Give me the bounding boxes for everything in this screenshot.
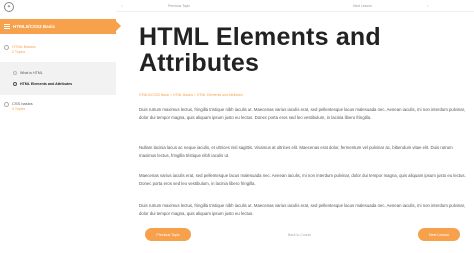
section-title[interactable]: CSS basics xyxy=(12,101,33,106)
chevron-left-icon[interactable]: ‹ xyxy=(121,3,123,8)
content-paragraph: Duis rutrum maximus lectus, fringilla tr… xyxy=(139,203,466,216)
lesson-label: HTML Elements and Attributes xyxy=(20,82,73,86)
next-lesson-button[interactable]: Next Lesson xyxy=(418,228,460,241)
section-header[interactable]: HTML Basics 2 Topics xyxy=(0,44,116,54)
course-title: HTML5/CSS3 Basic xyxy=(13,24,56,29)
content-paragraph: Duis rutrum maximus lectus, fringilla tr… xyxy=(139,107,466,120)
section-title[interactable]: HTML Basics xyxy=(12,44,36,49)
logo-bar: ✦ xyxy=(0,0,116,14)
breadcrumb[interactable]: HTML5/CSS3 Basic > HTML Basics > HTML El… xyxy=(139,93,243,97)
section-topics-count[interactable]: 2 Topics xyxy=(12,50,36,54)
top-navigation: ‹ Previous Topic Next Lesson › xyxy=(116,0,474,12)
back-to-course-link[interactable]: Back to Course xyxy=(288,233,311,237)
site-logo[interactable]: ✦ xyxy=(4,2,14,12)
course-title-bar[interactable]: HTML5/CSS3 Basic xyxy=(0,19,121,34)
sidebar-section-html-basics[interactable]: HTML Basics 2 Topics xyxy=(0,44,116,54)
page-title: HTML Elements and Attributes xyxy=(139,23,381,77)
section-status-icon xyxy=(4,102,9,107)
section-status-icon xyxy=(4,45,9,50)
top-prev-topic-link[interactable]: Previous Topic xyxy=(168,4,190,8)
content-paragraph: Nullam lacinia lacus ac neque iaculis, e… xyxy=(139,145,453,158)
lesson-status-icon xyxy=(13,82,17,86)
course-bar-notch xyxy=(116,21,121,31)
lesson-label: What is HTML xyxy=(20,71,43,75)
previous-topic-button[interactable]: Previous Topic xyxy=(145,228,191,241)
section-topics-count[interactable]: 0 Topics xyxy=(12,107,33,111)
course-sidebar: ✦ HTML5/CSS3 Basic HTML Basics 2 Topics … xyxy=(0,0,121,253)
lesson-list: What is HTML HTML Elements and Attribute… xyxy=(0,62,116,95)
content-paragraph: Maecenas varius iaculis erat, sed pellen… xyxy=(139,173,466,186)
menu-icon[interactable] xyxy=(4,24,10,29)
lesson-status-icon xyxy=(13,71,17,75)
lesson-item-html-elements[interactable]: HTML Elements and Attributes xyxy=(13,82,72,86)
sidebar-section-css-basics[interactable]: CSS basics 0 Topics xyxy=(0,101,116,111)
lesson-item-what-is-html[interactable]: What is HTML xyxy=(13,71,43,75)
section-header[interactable]: CSS basics 0 Topics xyxy=(0,101,116,111)
top-next-lesson-link[interactable]: Next Lesson xyxy=(353,4,372,8)
chevron-right-icon[interactable]: › xyxy=(427,3,429,8)
